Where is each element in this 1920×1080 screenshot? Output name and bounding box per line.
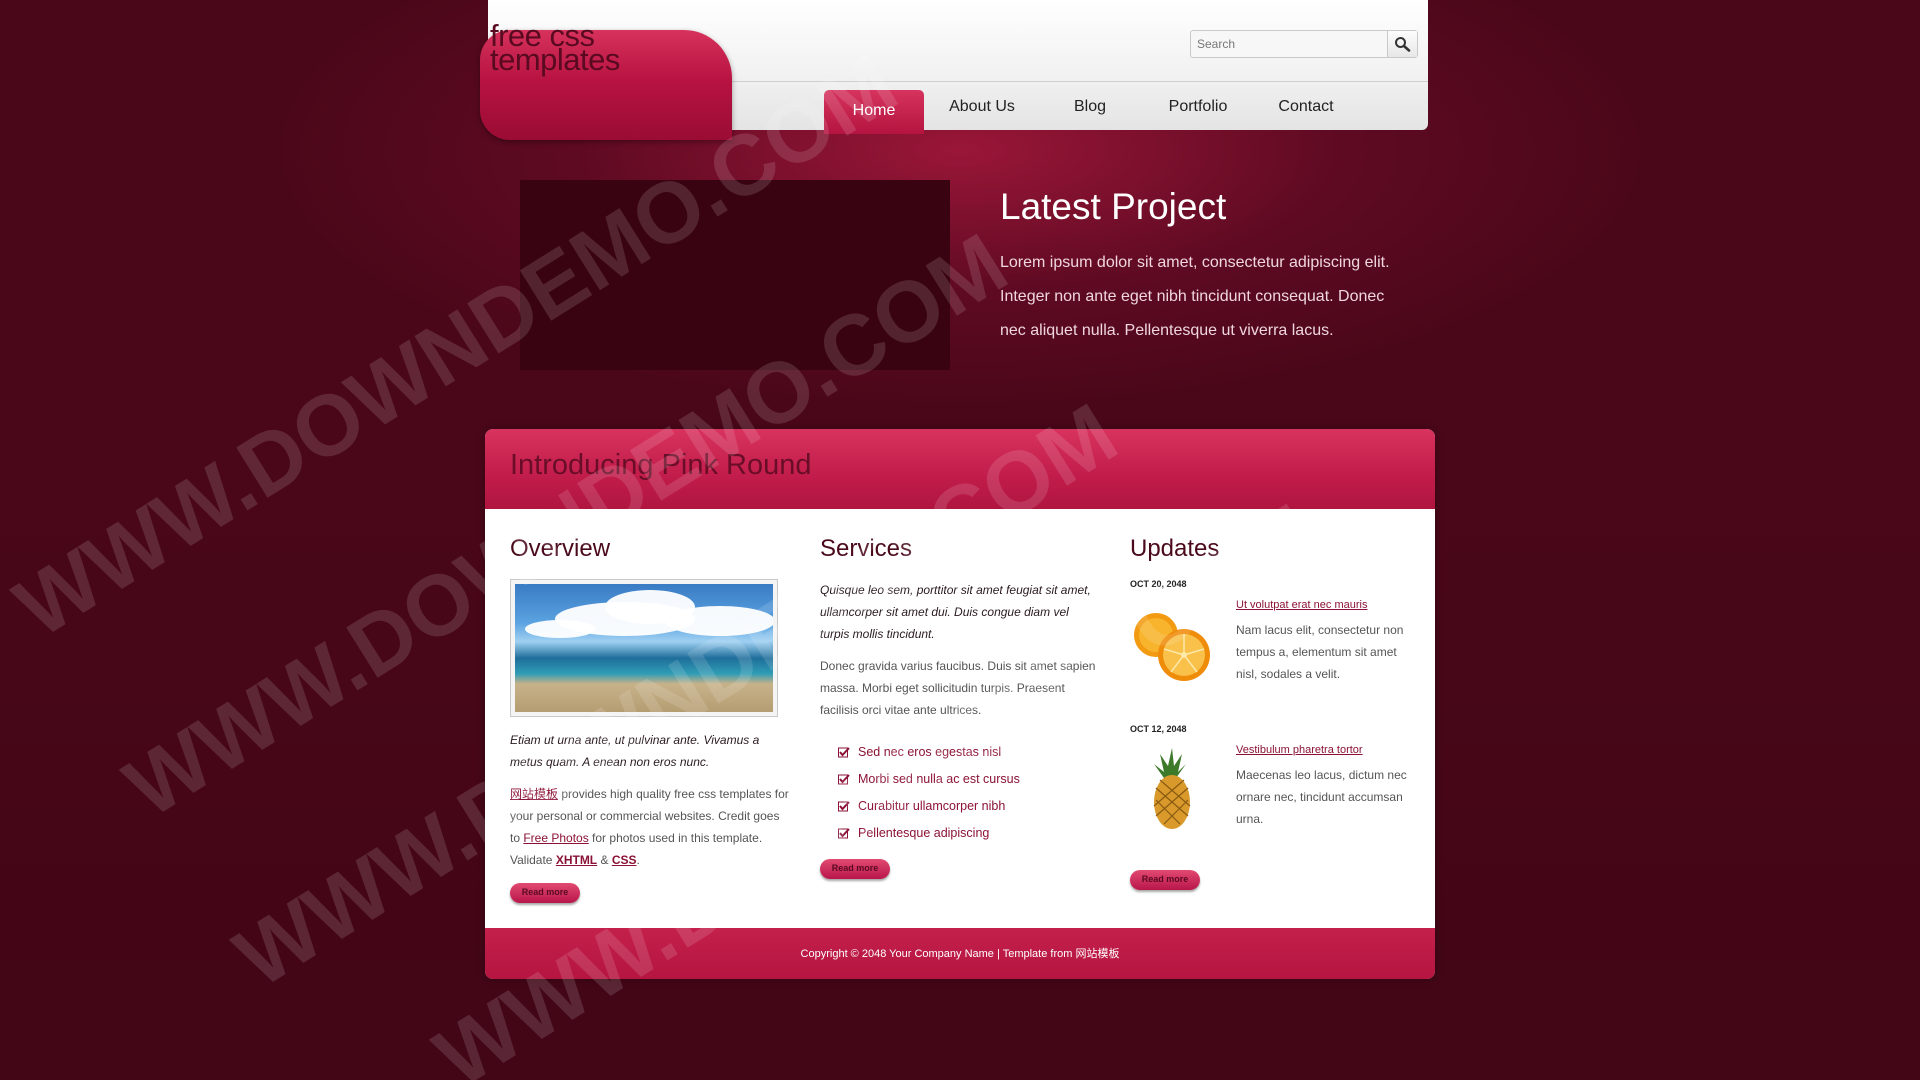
checkmark-icon xyxy=(838,747,850,758)
nav-contact[interactable]: Contact xyxy=(1256,90,1356,134)
updates-column: Updates OCT 20, 2048 Ut volutpat erat ne… xyxy=(1130,535,1410,890)
search-icon xyxy=(1395,37,1411,52)
free-photos-link[interactable]: Free Photos xyxy=(523,831,588,845)
update-text: Maecenas leo lacus, dictum nec ornare ne… xyxy=(1236,768,1407,826)
services-text: Donec gravida varius faucibus. Duis sit … xyxy=(820,659,1096,717)
search-button[interactable] xyxy=(1387,31,1417,57)
checkmark-icon xyxy=(838,801,850,812)
overview-intro: Etiam ut urna ante, ut pulvinar ante. Vi… xyxy=(510,733,760,769)
footer: Copyright © 2048 Your Company Name | Tem… xyxy=(485,928,1435,979)
overview-title: Overview xyxy=(510,535,611,562)
latest-project-text: Lorem ipsum dolor sit amet, consectetur … xyxy=(1000,254,1390,339)
services-column: Services Quisque leo sem, porttitor sit … xyxy=(820,535,1100,879)
update-date: OCT 12, 2048 xyxy=(1130,724,1187,734)
orange-image xyxy=(1134,613,1210,681)
services-intro: Quisque leo sem, porttitor sit amet feug… xyxy=(820,583,1091,641)
update-item: OCT 12, 2048 Vestibulum pharetra tortor … xyxy=(1130,724,1410,869)
list-item: Pellentesque adipiscing xyxy=(838,820,1100,847)
logo[interactable]: free css templates xyxy=(480,20,732,140)
copyright-text: Copyright © 2048 Your Company Name | Tem… xyxy=(800,948,1120,960)
beach-image xyxy=(515,584,773,712)
main-nav: Home About Us Blog Portfolio Contact xyxy=(824,90,1356,134)
search-box xyxy=(1190,30,1418,58)
beach-photo xyxy=(510,579,778,717)
overview-read-more-button[interactable]: Read more xyxy=(510,883,580,903)
site-link[interactable]: 网站模板 xyxy=(510,787,558,801)
update-date: OCT 20, 2048 xyxy=(1130,579,1187,589)
checkmark-icon xyxy=(838,774,850,785)
list-item: Curabitur ullamcorper nibh xyxy=(838,793,1100,820)
search-input[interactable] xyxy=(1191,31,1387,57)
updates-read-more-button[interactable]: Read more xyxy=(1130,870,1200,890)
overview-column: Overview Etiam ut urna ante, ut pulvinar… xyxy=(510,535,790,903)
update-text: Nam lacus elit, consectetur non tempus a… xyxy=(1236,623,1404,681)
nav-portfolio[interactable]: Portfolio xyxy=(1140,90,1256,134)
nav-about-us[interactable]: About Us xyxy=(924,90,1040,134)
header-divider xyxy=(730,81,1428,82)
overview-text: 网站模板 provides high quality free css temp… xyxy=(510,787,789,867)
list-item: Sed nec eros egestas nisl xyxy=(838,739,1100,766)
checkmark-icon xyxy=(838,828,850,839)
css-link[interactable]: CSS xyxy=(612,853,637,867)
latest-project-title: Latest Project xyxy=(1000,186,1227,227)
nav-blog[interactable]: Blog xyxy=(1040,90,1140,134)
update-link[interactable]: Ut volutpat erat nec mauris xyxy=(1236,599,1367,611)
card-header: Introducing Pink Round xyxy=(485,429,1435,509)
update-link[interactable]: Vestibulum pharetra tortor xyxy=(1236,744,1363,756)
services-read-more-button[interactable]: Read more xyxy=(820,859,890,879)
intro-title: Introducing Pink Round xyxy=(510,449,812,481)
nav-home[interactable]: Home xyxy=(824,90,924,134)
updates-title: Updates xyxy=(1130,535,1220,562)
project-image-placeholder xyxy=(520,180,950,370)
xhtml-link[interactable]: XHTML xyxy=(556,853,597,867)
services-title: Services xyxy=(820,535,913,562)
logo-text: free css templates xyxy=(490,18,620,77)
update-item: OCT 20, 2048 Ut volutpat erat nec mauris… xyxy=(1130,579,1410,724)
services-list: Sed nec eros egestas nisl Morbi sed null… xyxy=(838,739,1100,847)
pineapple-image xyxy=(1153,748,1191,829)
list-item: Morbi sed nulla ac est cursus xyxy=(838,766,1100,793)
content-card: Introducing Pink Round Overview Etiam ut… xyxy=(485,429,1435,979)
